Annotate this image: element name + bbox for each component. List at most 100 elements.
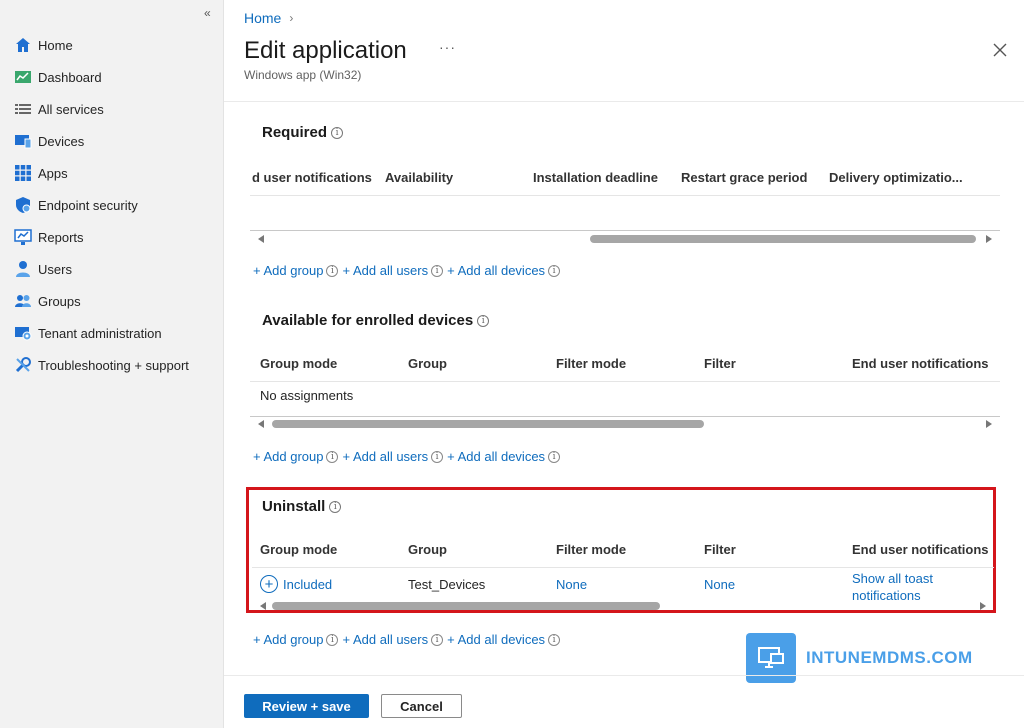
groups-icon	[14, 292, 32, 310]
required-title-text: Required	[262, 124, 328, 141]
sidebar-item-groups[interactable]: Groups	[0, 285, 224, 317]
info-icon[interactable]: i	[326, 450, 339, 463]
info-icon[interactable]: i	[431, 633, 444, 646]
collapse-sidebar-icon[interactable]: «	[204, 6, 211, 20]
sidebar-item-tenant-administration[interactable]: Tenant administration	[0, 317, 224, 349]
column-header[interactable]: Filter mode	[556, 356, 626, 371]
add-all-devices-link[interactable]: + Add all devices	[447, 632, 545, 647]
column-header[interactable]: Filter mode	[556, 542, 626, 557]
notifications-text-line1[interactable]: Show all toast	[852, 570, 933, 587]
sidebar-item-users[interactable]: Users	[0, 253, 224, 285]
column-header[interactable]: Group	[408, 542, 447, 557]
column-header[interactable]: End user notifications	[852, 542, 989, 557]
info-icon[interactable]: i	[431, 264, 444, 277]
add-group-link[interactable]: + Add group	[253, 632, 323, 647]
wrench-icon	[14, 356, 32, 374]
scrollbar-thumb[interactable]	[590, 235, 976, 243]
empty-state-text: No assignments	[260, 388, 354, 403]
group-mode-value[interactable]: Included	[283, 577, 332, 592]
uninstall-section-title: Uninstall i	[262, 498, 342, 515]
user-icon	[14, 260, 32, 278]
close-icon[interactable]	[990, 40, 1010, 60]
column-header[interactable]: Installation deadline	[533, 170, 658, 185]
sidebar-item-troubleshooting[interactable]: Troubleshooting + support	[0, 349, 224, 381]
sidebar-item-home[interactable]: Home	[0, 29, 224, 61]
sidebar-item-label: Devices	[38, 133, 85, 149]
sidebar-item-devices[interactable]: Devices	[0, 125, 224, 157]
info-icon[interactable]: i	[548, 633, 561, 646]
column-header[interactable]: Group mode	[260, 542, 337, 557]
breadcrumb-home-link[interactable]: Home	[244, 10, 281, 26]
breadcrumb: Home ›	[244, 10, 293, 26]
info-icon[interactable]: i	[326, 264, 339, 277]
sidebar-item-label: Home	[38, 37, 73, 53]
filter-cell[interactable]: None	[704, 577, 735, 592]
scroll-right-icon[interactable]	[980, 602, 986, 610]
sidebar-item-endpoint-security[interactable]: Endpoint security	[0, 189, 224, 221]
sidebar-item-label: Troubleshooting + support	[38, 357, 189, 373]
column-header[interactable]: d user notifications	[252, 170, 372, 185]
sidebar-item-all-services[interactable]: All services	[0, 93, 224, 125]
scroll-right-icon[interactable]	[986, 420, 992, 428]
info-icon[interactable]: i	[548, 264, 561, 277]
page-title: Edit application	[244, 37, 407, 64]
tenant-icon	[14, 324, 32, 342]
scroll-right-icon[interactable]	[986, 235, 992, 243]
uninstall-table-scrollbar[interactable]	[252, 600, 994, 612]
reports-icon	[14, 228, 32, 246]
available-table-scrollbar[interactable]	[250, 418, 1000, 430]
add-all-devices-link[interactable]: + Add all devices	[447, 449, 545, 464]
group-cell: Test_Devices	[408, 577, 486, 592]
devices-icon	[14, 132, 32, 150]
notifications-cell[interactable]: Show all toast notifications	[852, 570, 933, 604]
column-header[interactable]: End user notifications	[852, 356, 989, 371]
info-icon[interactable]: i	[548, 450, 561, 463]
add-all-users-link[interactable]: + Add all users	[342, 449, 428, 464]
page-subtitle: Windows app (Win32)	[244, 68, 362, 82]
filter-mode-cell[interactable]: None	[556, 577, 587, 592]
sidebar-item-apps[interactable]: Apps	[0, 157, 224, 189]
info-icon[interactable]: i	[431, 450, 444, 463]
required-table-scrollbar[interactable]	[250, 233, 1000, 245]
sidebar-nav: Home Dashboard All services Devices Apps	[0, 29, 224, 381]
info-icon[interactable]: i	[326, 633, 339, 646]
group-mode-cell[interactable]: + Included	[260, 575, 332, 593]
column-header[interactable]: Availability	[385, 170, 453, 185]
scrollbar-thumb[interactable]	[272, 420, 704, 428]
shield-icon	[14, 196, 32, 214]
add-group-link[interactable]: + Add group	[253, 263, 323, 278]
chevron-right-icon: ›	[289, 11, 294, 25]
column-header[interactable]: Restart grace period	[681, 170, 807, 185]
column-header[interactable]: Filter	[704, 542, 736, 557]
available-add-links: + Add group i + Add all users i + Add all …	[253, 449, 564, 464]
more-options-icon[interactable]: ···	[439, 39, 456, 55]
column-header[interactable]: Group	[408, 356, 447, 371]
add-circle-icon: +	[260, 575, 278, 593]
scrollbar-thumb[interactable]	[272, 602, 660, 610]
cancel-button[interactable]: Cancel	[381, 694, 462, 718]
sidebar-item-label: Apps	[38, 165, 68, 181]
info-icon[interactable]: i	[477, 314, 490, 327]
info-icon[interactable]: i	[331, 126, 344, 139]
add-group-link[interactable]: + Add group	[253, 449, 323, 464]
column-header[interactable]: Delivery optimizatio...	[829, 170, 963, 185]
add-all-users-link[interactable]: + Add all users	[342, 632, 428, 647]
sidebar-item-label: Endpoint security	[38, 197, 138, 213]
scroll-left-icon[interactable]	[258, 235, 264, 243]
sidebar-item-label: Tenant administration	[38, 325, 162, 341]
review-save-button[interactable]: Review + save	[244, 694, 369, 718]
sidebar-item-reports[interactable]: Reports	[0, 221, 224, 253]
add-all-devices-link[interactable]: + Add all devices	[447, 263, 545, 278]
scroll-left-icon[interactable]	[260, 602, 266, 610]
sidebar-item-dashboard[interactable]: Dashboard	[0, 61, 224, 93]
apps-icon	[14, 164, 32, 182]
add-all-users-link[interactable]: + Add all users	[342, 263, 428, 278]
column-header[interactable]: Group mode	[260, 356, 337, 371]
sidebar: « Home Dashboard All services Devices Ap…	[0, 0, 224, 728]
column-header[interactable]: Filter	[704, 356, 736, 371]
list-icon	[14, 100, 32, 118]
scroll-left-icon[interactable]	[258, 420, 264, 428]
required-section-title: Required i	[262, 124, 344, 141]
info-icon[interactable]: i	[329, 500, 342, 513]
table-header-divider	[252, 567, 994, 568]
